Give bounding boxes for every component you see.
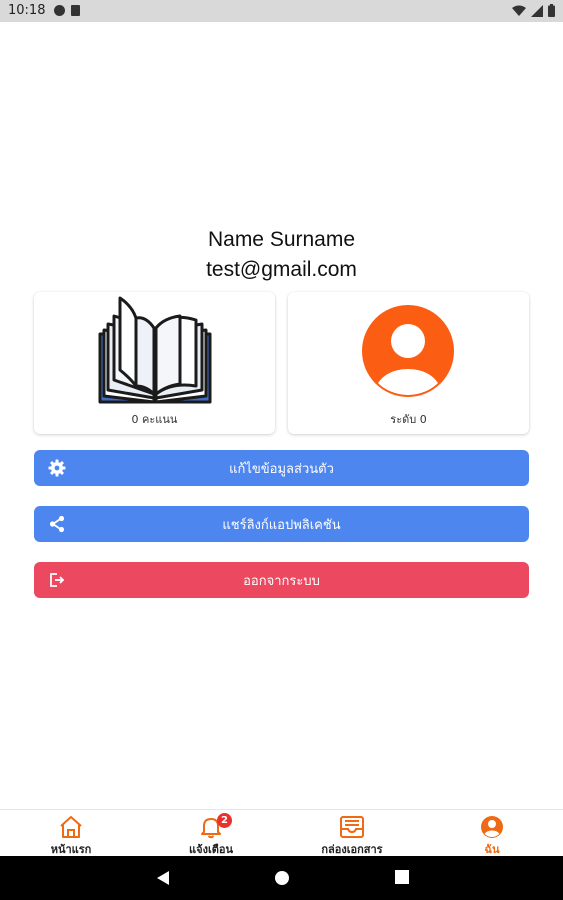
share-app-button[interactable]: แชร์ลิงก์แอปพลิเคชัน (34, 506, 529, 542)
profile-screen: 10:18 Name Surname test@gmail.com 0 คะแน… (0, 0, 563, 900)
nav-item-documents[interactable]: กล่องเอกสาร (282, 810, 422, 857)
home-icon (60, 816, 82, 838)
gear-icon (48, 459, 66, 477)
book-icon (98, 296, 212, 404)
recent-apps-icon[interactable] (395, 870, 409, 884)
edit-profile-label: แก้ไขข้อมูลส่วนตัว (229, 461, 334, 477)
nav-item-me[interactable]: ฉัน (422, 810, 562, 857)
profile-email: test@gmail.com (206, 258, 357, 281)
status-bar: 10:18 (0, 0, 563, 22)
nav-item-alerts[interactable]: 2 แจ้งเตือน (141, 810, 281, 857)
cellular-signal-icon (531, 4, 543, 17)
logout-button[interactable]: ออกจากระบบ (34, 562, 529, 598)
status-system-icons (512, 4, 555, 17)
status-time: 10:18 (8, 3, 46, 18)
notification-badge: 2 (217, 813, 232, 828)
wifi-icon (512, 5, 526, 16)
bottom-navigation: หน้าแรก 2 แจ้งเตือน กล่องเอกสาร ฉัน (0, 809, 563, 857)
share-icon (49, 515, 65, 533)
inbox-icon (340, 816, 364, 838)
share-app-label: แชร์ลิงก์แอปพลิเคชัน (222, 517, 341, 533)
edit-profile-button[interactable]: แก้ไขข้อมูลส่วนตัว (34, 450, 529, 486)
level-label: ระดับ 0 (390, 413, 427, 426)
level-card[interactable]: ระดับ 0 (288, 292, 529, 434)
system-navigation-bar (0, 856, 563, 900)
back-icon[interactable] (155, 870, 171, 886)
sim-card-icon (71, 5, 80, 16)
nav-item-home[interactable]: หน้าแรก (1, 810, 141, 857)
logout-label: ออกจากระบบ (243, 573, 320, 589)
notification-app-icon (54, 5, 65, 16)
points-label: 0 คะแนน (131, 413, 178, 426)
avatar-icon (362, 305, 454, 397)
profile-name: Name Surname (207, 228, 356, 251)
battery-icon (548, 4, 555, 17)
status-notification-icons (54, 5, 80, 16)
user-icon (481, 816, 503, 838)
logout-icon (50, 573, 65, 587)
home-circle-icon[interactable] (274, 870, 290, 886)
points-card[interactable]: 0 คะแนน (34, 292, 275, 434)
